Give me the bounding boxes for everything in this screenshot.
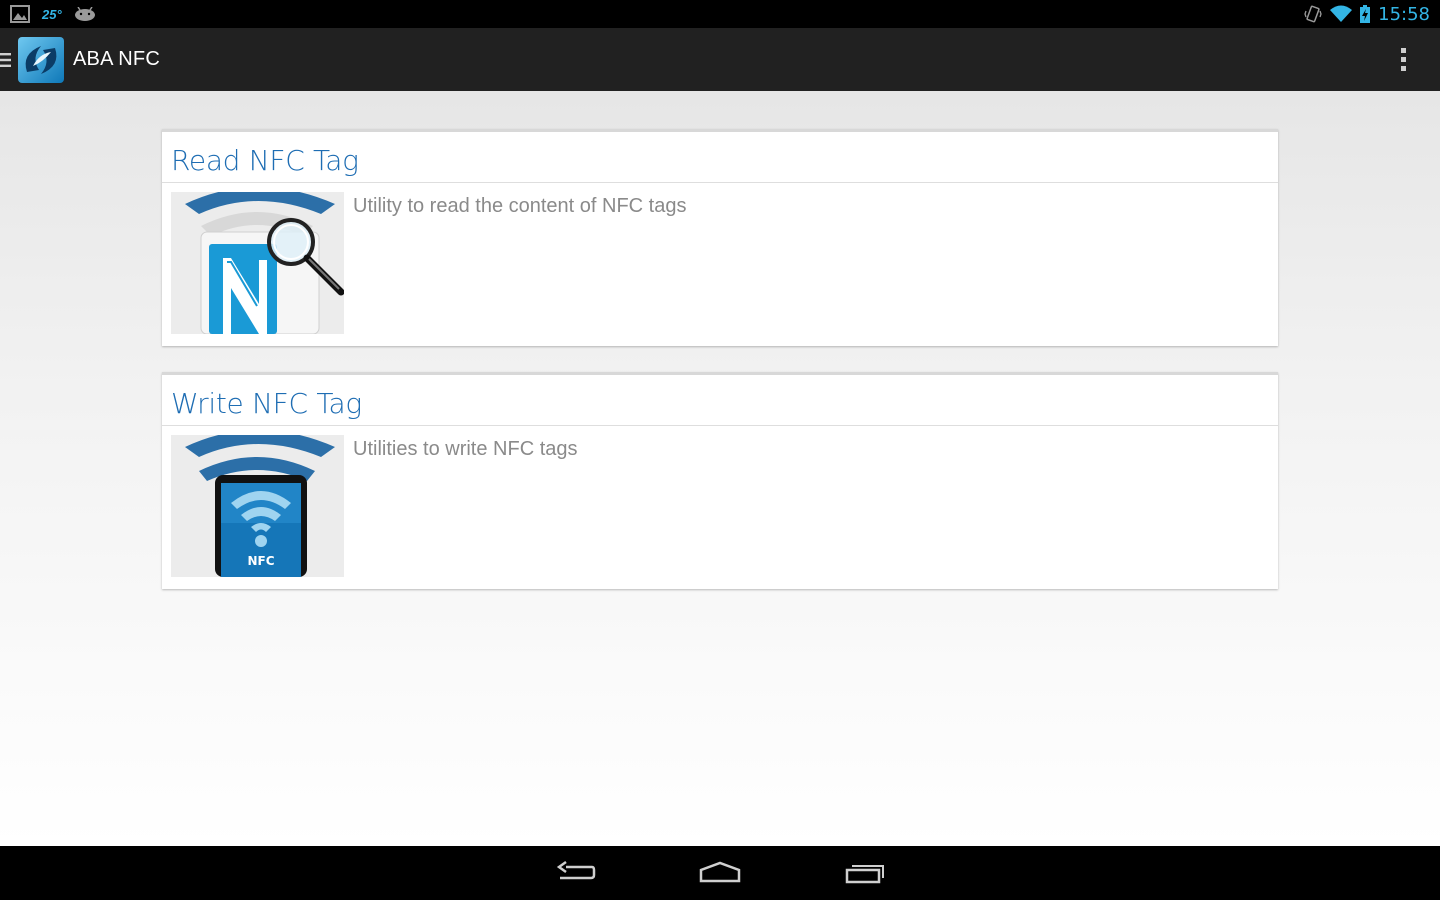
system-icons: 15:58 bbox=[1304, 0, 1430, 28]
drawer-icon[interactable] bbox=[0, 52, 11, 68]
app-logo-icon[interactable] bbox=[17, 36, 65, 84]
notification-icons: 25° bbox=[10, 4, 96, 24]
nfc-write-icon: NFC bbox=[171, 435, 344, 577]
gallery-icon bbox=[10, 5, 30, 23]
vibrate-icon bbox=[1304, 5, 1322, 23]
svg-text:NFC: NFC bbox=[247, 554, 274, 568]
nfc-read-icon bbox=[171, 192, 344, 334]
card-body: Utility to read the content of NFC tags bbox=[162, 183, 1278, 343]
status-bar: 25° 15:58 bbox=[0, 0, 1440, 28]
main-content: Read NFC Tag Utility to read the content… bbox=[0, 91, 1440, 846]
read-nfc-card[interactable]: Read NFC Tag Utility to read the content… bbox=[162, 129, 1278, 346]
overflow-menu-icon[interactable] bbox=[1394, 44, 1414, 76]
card-description: Utility to read the content of NFC tags bbox=[353, 195, 687, 217]
app-title: ABA NFC bbox=[73, 48, 160, 70]
home-icon[interactable] bbox=[698, 858, 742, 888]
card-body: NFC Utilities to write NFC tags bbox=[162, 426, 1278, 586]
battery-charging-icon bbox=[1360, 5, 1371, 23]
weather-temperature: 25° bbox=[42, 6, 62, 22]
wifi-icon bbox=[1330, 5, 1353, 22]
recent-apps-icon[interactable] bbox=[843, 858, 887, 888]
navigation-bar bbox=[0, 846, 1440, 900]
card-title: Write NFC Tag bbox=[171, 387, 362, 420]
android-icon bbox=[74, 7, 95, 21]
card-header: Read NFC Tag bbox=[162, 132, 1278, 183]
clock: 15:58 bbox=[1378, 3, 1430, 25]
card-title: Read NFC Tag bbox=[171, 144, 359, 177]
action-bar: ABA NFC bbox=[0, 28, 1440, 91]
write-nfc-card[interactable]: Write NFC Tag NFC Utilities to write NFC… bbox=[162, 372, 1278, 589]
card-header: Write NFC Tag bbox=[162, 375, 1278, 426]
card-description: Utilities to write NFC tags bbox=[353, 438, 578, 460]
back-icon[interactable] bbox=[554, 858, 598, 888]
